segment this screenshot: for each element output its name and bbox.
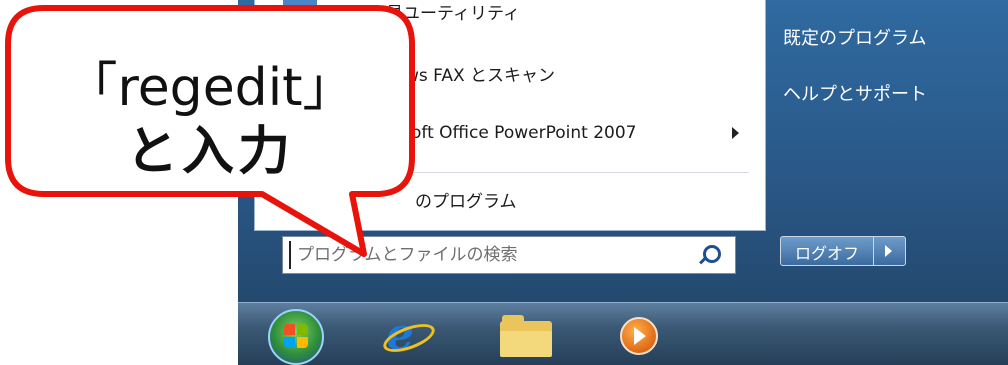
callout-line-2: と入力 (125, 122, 294, 182)
callout-text: 「regedit」 と入力 (6, 56, 414, 184)
callout-line-1: 「regedit」 (65, 58, 355, 118)
